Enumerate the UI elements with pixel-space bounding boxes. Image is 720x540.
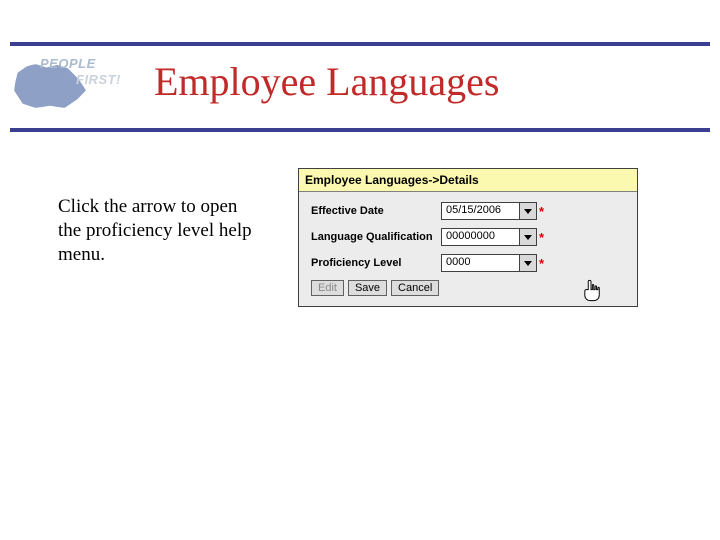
row-language-qualification: Language Qualification 00000000 * <box>311 228 629 246</box>
label-effective-date: Effective Date <box>311 205 441 217</box>
cancel-button[interactable]: Cancel <box>391 280 439 296</box>
page-title: Employee Languages <box>154 58 499 105</box>
required-marker: * <box>539 204 544 219</box>
chevron-down-icon <box>524 235 532 240</box>
label-proficiency-level: Proficiency Level <box>311 257 441 269</box>
panel-body: Effective Date 05/15/2006 * Language Qua… <box>299 192 637 306</box>
row-proficiency-level: Proficiency Level 0000 * <box>311 254 629 272</box>
required-marker: * <box>539 230 544 245</box>
slide: PEOPLE FIRST! Employee Languages Click t… <box>0 0 720 540</box>
chevron-down-icon <box>524 261 532 266</box>
dropdown-effective-date[interactable] <box>519 202 537 220</box>
details-panel: Employee Languages->Details Effective Da… <box>298 168 638 307</box>
logo: PEOPLE FIRST! <box>14 52 126 108</box>
rule-top <box>10 42 710 46</box>
field-language-qualification[interactable]: 00000000 <box>441 228 519 246</box>
panel-button-row: Edit Save Cancel <box>311 280 629 296</box>
field-effective-date[interactable]: 05/15/2006 <box>441 202 519 220</box>
dropdown-proficiency-level[interactable] <box>519 254 537 272</box>
label-language-qualification: Language Qualification <box>311 231 441 243</box>
dropdown-language-qualification[interactable] <box>519 228 537 246</box>
edit-button: Edit <box>311 280 344 296</box>
save-button[interactable]: Save <box>348 280 387 296</box>
logo-text-line1: PEOPLE <box>40 56 96 71</box>
row-effective-date: Effective Date 05/15/2006 * <box>311 202 629 220</box>
panel-breadcrumb: Employee Languages->Details <box>299 169 637 192</box>
logo-text-line2: FIRST! <box>76 72 121 87</box>
rule-bottom <box>10 128 710 132</box>
chevron-down-icon <box>524 209 532 214</box>
instruction-text: Click the arrow to open the proficiency … <box>58 195 258 266</box>
field-proficiency-level[interactable]: 0000 <box>441 254 519 272</box>
required-marker: * <box>539 256 544 271</box>
